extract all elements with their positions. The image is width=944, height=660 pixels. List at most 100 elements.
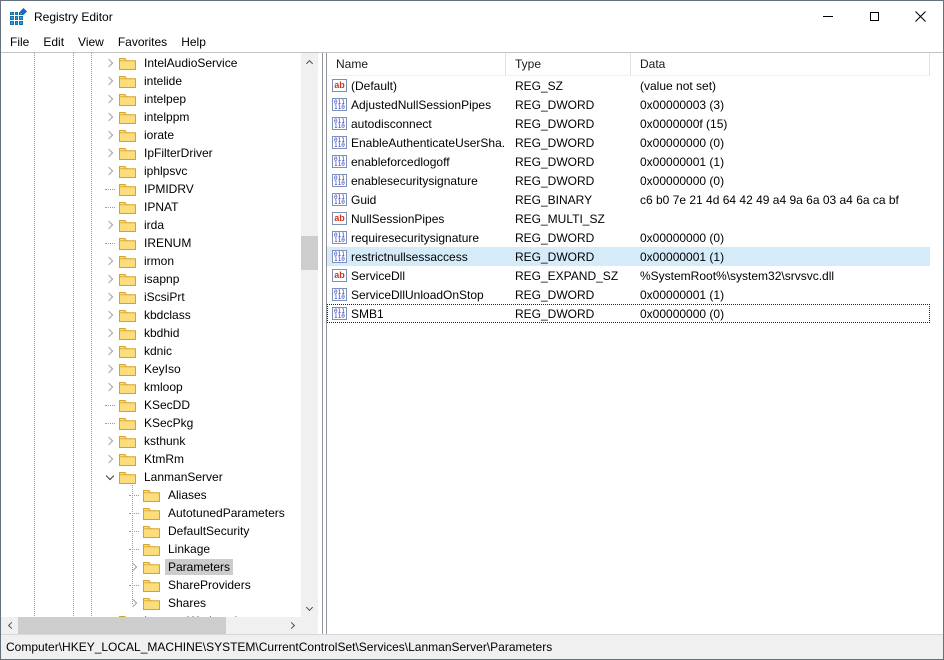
tree-item-shareproviders[interactable]: ShareProviders [1,576,301,594]
tree-item-ipmidrv[interactable]: IPMIDRV [1,180,301,198]
value-type: REG_BINARY [506,193,631,207]
expand-chevron-icon[interactable] [104,437,112,445]
tree-item-iscsiprt[interactable]: iScsiPrt [1,288,301,306]
expand-chevron-icon[interactable] [104,167,112,175]
collapse-chevron-icon[interactable] [105,472,113,480]
tree-item-isapnp[interactable]: isapnp [1,270,301,288]
tree-vertical-scrollbar[interactable] [301,53,318,617]
expand-chevron-icon[interactable] [104,275,112,283]
tree-item-label: isapnp [141,271,182,287]
value-row-nullsessionpipes[interactable]: ab NullSessionPipes REG_MULTI_SZ [327,209,930,228]
string-value-icon: ab [332,212,347,225]
tree-item-ipnat[interactable]: IPNAT [1,198,301,216]
expand-chevron-icon[interactable] [104,329,112,337]
tree-item-linkage[interactable]: Linkage [1,540,301,558]
folder-icon [119,345,136,358]
expand-chevron-icon[interactable] [104,77,112,85]
column-header-data[interactable]: Data [631,53,930,76]
expand-chevron-icon[interactable] [104,131,112,139]
expand-chevron-icon[interactable] [104,59,112,67]
tree-item-intelide[interactable]: intelide [1,72,301,90]
tree-item-intelaudioservice[interactable]: IntelAudioService [1,54,301,72]
menu-view[interactable]: View [71,33,111,51]
expand-chevron-icon[interactable] [104,311,112,319]
value-data: 0x00000001 (1) [631,155,930,169]
close-button[interactable] [897,1,943,32]
tree-item-autotunedparameters[interactable]: AutotunedParameters [1,504,301,522]
value-row-restrictnullsessaccess[interactable]: 011110 restrictnullsessaccess REG_DWORD … [327,247,930,266]
tree-item-irda[interactable]: irda [1,216,301,234]
value-row-enablesecuritysignature[interactable]: 011110 enablesecuritysignature REG_DWORD… [327,171,930,190]
tree-horizontal-scrollbar[interactable] [1,617,301,634]
tree-item-aliases[interactable]: Aliases [1,486,301,504]
value-pane: Name Type Data ab (Default) REG_SZ (valu… [326,53,943,634]
tree-item-ksthunk[interactable]: ksthunk [1,432,301,450]
tree-item-kbdclass[interactable]: kbdclass [1,306,301,324]
title-bar[interactable]: Registry Editor [1,1,943,32]
folder-icon [119,273,136,286]
tree-item-ksecdd[interactable]: KSecDD [1,396,301,414]
tree-item-ktmrm[interactable]: KtmRm [1,450,301,468]
value-row--default-[interactable]: ab (Default) REG_SZ (value not set) [327,76,930,95]
value-row-requiresecuritysignature[interactable]: 011110 requiresecuritysignature REG_DWOR… [327,228,930,247]
horizontal-scroll-thumb[interactable] [18,617,226,634]
value-row-adjustednullsessionpipes[interactable]: 011110 AdjustedNullSessionPipes REG_DWOR… [327,95,930,114]
value-row-servicedllunloadonstop[interactable]: 011110 ServiceDllUnloadOnStop REG_DWORD … [327,285,930,304]
column-header-type[interactable]: Type [506,53,631,76]
folder-icon [143,597,160,610]
tree-item-parameters[interactable]: Parameters [1,558,301,576]
tree-item-kdnic[interactable]: kdnic [1,342,301,360]
expand-chevron-icon[interactable] [104,113,112,121]
tree-connector [105,423,115,424]
value-row-enableforcedlogoff[interactable]: 011110 enableforcedlogoff REG_DWORD 0x00… [327,152,930,171]
tree-item-kmloop[interactable]: kmloop [1,378,301,396]
tree-item-label: ksthunk [141,433,188,449]
tree-item-irmon[interactable]: irmon [1,252,301,270]
value-row-servicedll[interactable]: ab ServiceDll REG_EXPAND_SZ %SystemRoot%… [327,266,930,285]
tree-item-intelpep[interactable]: intelpep [1,90,301,108]
menu-favorites[interactable]: Favorites [111,33,174,51]
menu-edit[interactable]: Edit [36,33,71,51]
maximize-button[interactable] [851,1,897,32]
expand-chevron-icon[interactable] [104,347,112,355]
tree-connector [105,243,115,244]
tree-item-intelppm[interactable]: intelppm [1,108,301,126]
tree-item-keyiso[interactable]: KeyIso [1,360,301,378]
expand-chevron-icon[interactable] [104,221,112,229]
expand-chevron-icon[interactable] [104,383,112,391]
menu-help[interactable]: Help [174,33,213,51]
scroll-right-arrow-icon[interactable] [284,617,301,634]
tree-item-shares[interactable]: Shares [1,594,301,612]
expand-chevron-icon[interactable] [104,149,112,157]
value-row-guid[interactable]: 011110 Guid REG_BINARY c6 b0 7e 21 4d 64… [327,190,930,209]
folder-icon [119,201,136,214]
tree-item-iphlpsvc[interactable]: iphlpsvc [1,162,301,180]
column-header-name[interactable]: Name [327,53,506,76]
menu-file[interactable]: File [3,33,36,51]
scroll-up-arrow-icon[interactable] [301,53,318,70]
value-row-autodisconnect[interactable]: 011110 autodisconnect REG_DWORD 0x000000… [327,114,930,133]
value-row-smb1[interactable]: 011110 SMB1 REG_DWORD 0x00000000 (0) [327,304,930,323]
expand-chevron-icon[interactable] [104,293,112,301]
tree-item-kbdhid[interactable]: kbdhid [1,324,301,342]
tree-item-defaultsecurity[interactable]: DefaultSecurity [1,522,301,540]
registry-tree[interactable]: IntelAudioService intelide intelpep inte… [1,53,301,617]
expand-chevron-icon[interactable] [104,365,112,373]
tree-item-label: kbdhid [141,325,182,341]
tree-item-lanmanserver[interactable]: LanmanServer [1,468,301,486]
tree-item-irenum[interactable]: IRENUM [1,234,301,252]
expand-chevron-icon[interactable] [104,257,112,265]
expand-chevron-icon[interactable] [128,599,136,607]
tree-item-iorate[interactable]: iorate [1,126,301,144]
value-row-enableauthenticateusersha-[interactable]: 011110 EnableAuthenticateUserSha... REG_… [327,133,930,152]
expand-chevron-icon[interactable] [104,95,112,103]
expand-chevron-icon[interactable] [104,455,112,463]
tree-item-ipfilterdriver[interactable]: IpFilterDriver [1,144,301,162]
minimize-button[interactable] [805,1,851,32]
expand-chevron-icon[interactable] [128,563,136,571]
folder-icon [119,183,136,196]
tree-item-ksecpkg[interactable]: KSecPkg [1,414,301,432]
vertical-scroll-thumb[interactable] [301,236,318,270]
scroll-down-arrow-icon[interactable] [301,600,318,617]
scroll-left-arrow-icon[interactable] [1,617,18,634]
